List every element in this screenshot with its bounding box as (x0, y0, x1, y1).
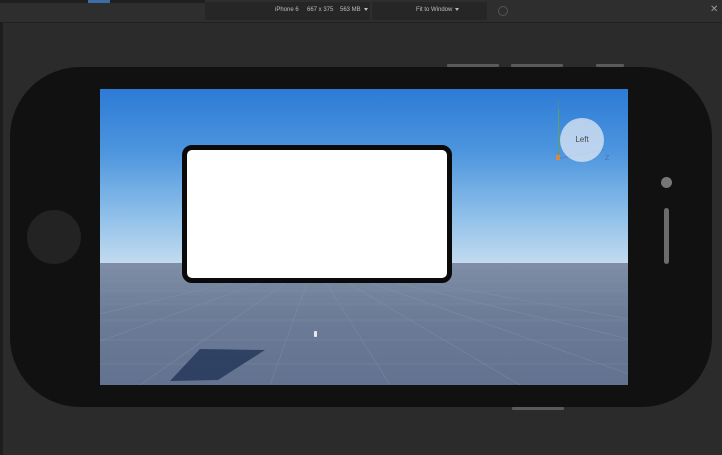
camera-dot (661, 177, 672, 188)
z-axis-label: Z (605, 155, 610, 162)
side-button (512, 407, 564, 410)
speaker-grill (664, 208, 669, 264)
toolbar-divider (0, 22, 722, 23)
device-name: iPhone 6 (275, 7, 299, 13)
view-cube-label: Left (575, 135, 589, 144)
gui-frame[interactable] (182, 145, 452, 283)
game-viewport[interactable]: Y Z Left (100, 89, 628, 385)
chevron-down-icon[interactable] (363, 7, 368, 11)
close-icon[interactable]: ✕ (710, 4, 720, 16)
y-axis-label: Y (556, 102, 561, 108)
fit-option: Fit to Window (416, 7, 460, 13)
chevron-down-icon[interactable] (455, 7, 460, 11)
small-part (314, 331, 317, 337)
device-resolution: 667 x 375 (307, 7, 334, 13)
panel-edge (0, 22, 3, 455)
y-axis-line (558, 109, 559, 159)
device-memory: 563 MB (340, 7, 368, 13)
view-cube[interactable]: Y Z Left (555, 102, 617, 167)
rotate-icon[interactable] (498, 6, 508, 16)
home-button[interactable] (27, 210, 81, 264)
active-tab-indicator (88, 0, 110, 3)
emulator-toolbar: iPhone 6 667 x 375 563 MB Fit to Window … (0, 0, 722, 22)
